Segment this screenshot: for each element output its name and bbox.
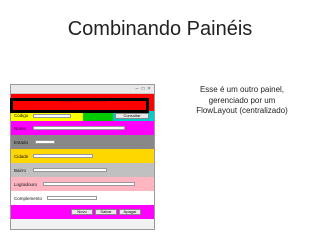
close-button[interactable]: × (146, 86, 152, 92)
callout-text: Esse é um outro painel, gerenciado por u… (196, 85, 288, 115)
nome-row: Nome (11, 121, 154, 135)
consultar-button[interactable]: Consultar (115, 113, 149, 119)
cidade-input[interactable] (33, 154, 93, 158)
slide-title: Combinando Painéis (67, 18, 253, 40)
nome-input[interactable] (33, 126, 125, 130)
estado-row: Estado (11, 135, 154, 149)
bairro-label: Bairro (14, 168, 27, 173)
codigo-label: Código (14, 113, 29, 118)
estado-label: Estado (14, 140, 29, 145)
salvar-button[interactable]: Salvar (95, 209, 117, 215)
codigo-input[interactable] (33, 114, 71, 118)
novo-button[interactable]: Novo (71, 209, 93, 215)
bairro-row: Bairro (11, 163, 154, 177)
footer-button-panel: Novo Salvar Apagar (11, 205, 154, 219)
complemento-label: Complemento (14, 196, 43, 201)
estado-input[interactable] (35, 140, 55, 144)
complemento-row: Complemento (11, 191, 154, 205)
nome-label: Nome (14, 126, 27, 131)
cidade-row: Cidade (11, 149, 154, 163)
header-panel-highlight-box (10, 98, 149, 113)
cidade-label: Cidade (14, 154, 29, 159)
logradouro-input[interactable] (43, 182, 135, 186)
apagar-button[interactable]: Apagar (119, 209, 141, 215)
complemento-input[interactable] (47, 196, 97, 200)
logradouro-row: Logradouro (11, 177, 154, 191)
logradouro-label: Logradouro (14, 182, 38, 187)
bairro-input[interactable] (33, 168, 107, 172)
window-titlebar: – □ × (11, 85, 154, 94)
window-controls: – □ × (134, 86, 152, 92)
